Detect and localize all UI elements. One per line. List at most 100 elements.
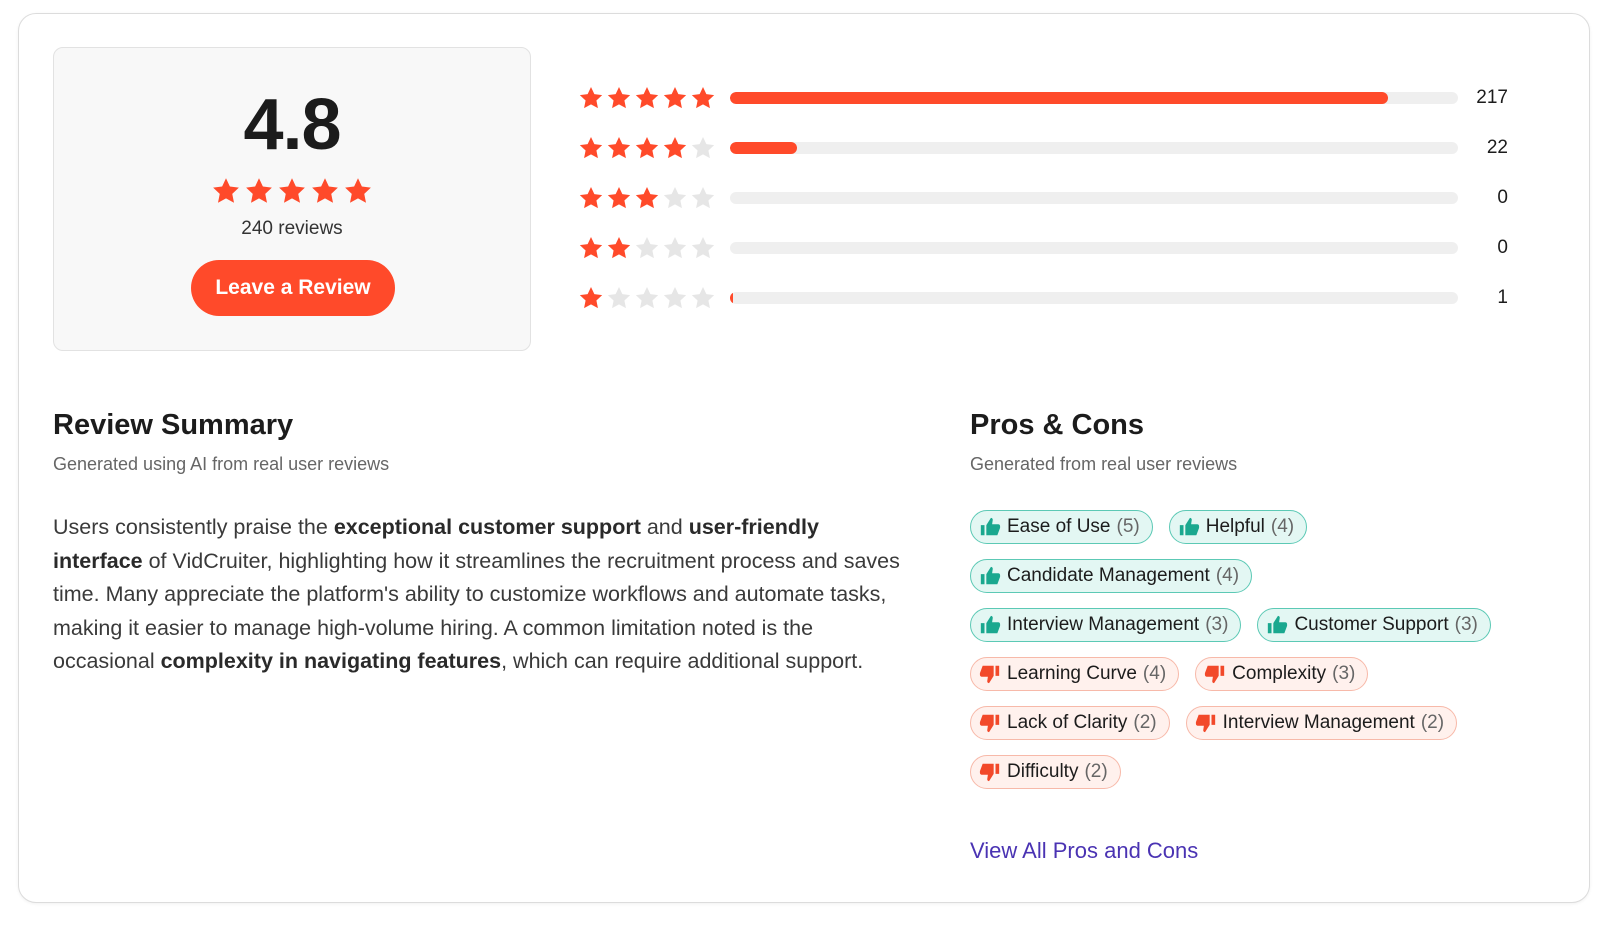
thumbs-up-icon bbox=[1178, 516, 1200, 538]
star-icon bbox=[634, 235, 660, 261]
tag-count: (3) bbox=[1454, 614, 1478, 635]
star-icon bbox=[578, 285, 604, 311]
distribution-bar-track bbox=[730, 92, 1458, 104]
thumbs-down-icon bbox=[979, 761, 1001, 783]
star-icon bbox=[690, 235, 716, 261]
star-icon bbox=[578, 135, 604, 161]
summary-fragment: Users consistently praise the bbox=[53, 515, 334, 539]
distribution-row-2-star[interactable]: 0 bbox=[578, 230, 1508, 266]
pros-cons-subtitle: Generated from real user reviews bbox=[970, 454, 1238, 474]
thumbs-down-icon bbox=[1195, 712, 1217, 734]
con-tag[interactable]: Complexity (3) bbox=[1195, 657, 1369, 691]
tag-label: Interview Management bbox=[1007, 614, 1200, 635]
distribution-stars bbox=[578, 135, 728, 161]
tag-row: Difficulty (2) bbox=[970, 755, 1121, 789]
distribution-bar-track bbox=[730, 142, 1458, 154]
tag-label: Complexity bbox=[1232, 663, 1327, 684]
leave-review-button[interactable]: Leave a Review bbox=[191, 260, 395, 316]
review-count: 240 reviews bbox=[241, 218, 343, 239]
pro-tag[interactable]: Helpful (4) bbox=[1168, 510, 1308, 544]
star-icon bbox=[211, 176, 241, 206]
con-tag[interactable]: Interview Management (2) bbox=[1185, 706, 1458, 740]
star-icon bbox=[606, 235, 632, 261]
star-icon bbox=[634, 285, 660, 311]
distribution-bar-fill bbox=[730, 292, 733, 304]
star-icon bbox=[662, 235, 688, 261]
pro-tag[interactable]: Ease of Use (5) bbox=[970, 510, 1153, 544]
thumbs-down-icon bbox=[979, 712, 1001, 734]
tag-row: Lack of Clarity (2) Interview Management (2… bbox=[970, 706, 1458, 740]
thumbs-down-icon bbox=[1204, 663, 1226, 685]
distribution-row-1-star[interactable]: 1 bbox=[578, 280, 1508, 316]
star-icon bbox=[310, 176, 340, 206]
tag-label: Customer Support bbox=[1294, 614, 1449, 635]
star-icon bbox=[277, 176, 307, 206]
tag-label: Lack of Clarity bbox=[1007, 712, 1128, 733]
tag-count: (3) bbox=[1205, 614, 1229, 635]
star-icon bbox=[343, 176, 373, 206]
tag-row: Learning Curve (4) Complexity (3) bbox=[970, 657, 1369, 691]
tag-label: Candidate Management bbox=[1007, 565, 1210, 586]
pro-tag[interactable]: Candidate Management (4) bbox=[970, 559, 1253, 593]
distribution-stars bbox=[578, 235, 728, 261]
star-icon bbox=[634, 185, 660, 211]
thumbs-up-icon bbox=[979, 516, 1001, 538]
review-summary-title: Review Summary bbox=[53, 409, 294, 441]
star-icon bbox=[690, 185, 716, 211]
thumbs-up-icon bbox=[979, 614, 1001, 636]
distribution-row-3-star[interactable]: 0 bbox=[578, 180, 1508, 216]
star-icon bbox=[662, 185, 688, 211]
distribution-count: 217 bbox=[1476, 87, 1508, 108]
con-tag[interactable]: Lack of Clarity (2) bbox=[970, 706, 1170, 740]
star-icon bbox=[634, 85, 660, 111]
tag-row: Candidate Management (4) bbox=[970, 559, 1253, 593]
thumbs-up-icon bbox=[979, 565, 1001, 587]
distribution-row-5-star[interactable]: 217 bbox=[578, 80, 1508, 116]
summary-fragment: , which can require additional support. bbox=[501, 649, 864, 673]
summary-highlight: complexity in navigating features bbox=[160, 649, 502, 673]
tag-count: (4) bbox=[1215, 565, 1240, 586]
thumbs-up-icon bbox=[1266, 614, 1288, 636]
tag-count: (4) bbox=[1270, 516, 1295, 537]
tag-row: Ease of Use (5) Helpful (4) bbox=[970, 510, 1308, 544]
review-summary-text: Users consistently praise the exceptiona… bbox=[53, 511, 913, 679]
con-tag[interactable]: Difficulty (2) bbox=[970, 755, 1121, 789]
distribution-bar-track bbox=[730, 292, 1458, 304]
distribution-bar-track bbox=[730, 242, 1458, 254]
pro-tag[interactable]: Interview Management (3) bbox=[970, 608, 1242, 642]
star-icon bbox=[606, 85, 632, 111]
tag-count: (4) bbox=[1142, 663, 1167, 684]
tag-count: (3) bbox=[1332, 663, 1356, 684]
distribution-bar-fill bbox=[730, 142, 797, 154]
view-all-pros-cons-link[interactable]: View All Pros and Cons bbox=[970, 838, 1198, 864]
star-icon bbox=[662, 285, 688, 311]
summary-highlight: exceptional customer support bbox=[333, 515, 641, 539]
overall-rating-value: 4.8 bbox=[243, 85, 341, 165]
star-icon bbox=[606, 185, 632, 211]
tag-count: (2) bbox=[1420, 712, 1445, 733]
distribution-row-4-star[interactable]: 22 bbox=[578, 130, 1508, 166]
distribution-stars bbox=[578, 85, 728, 111]
star-icon bbox=[690, 85, 716, 111]
star-icon bbox=[662, 135, 688, 161]
thumbs-down-icon bbox=[979, 663, 1001, 685]
distribution-count: 0 bbox=[1497, 187, 1508, 208]
con-tag[interactable]: Learning Curve (4) bbox=[970, 657, 1180, 691]
star-icon bbox=[634, 135, 660, 161]
star-icon bbox=[606, 285, 632, 311]
star-icon bbox=[578, 185, 604, 211]
tag-count: (2) bbox=[1084, 761, 1108, 782]
pro-tag[interactable]: Customer Support (3) bbox=[1257, 608, 1491, 642]
tag-label: Difficulty bbox=[1007, 761, 1079, 782]
star-icon bbox=[244, 176, 274, 206]
overall-stars bbox=[54, 176, 530, 206]
tag-label: Ease of Use bbox=[1007, 516, 1111, 537]
distribution-bar-track bbox=[730, 192, 1458, 204]
distribution-stars bbox=[578, 185, 728, 211]
distribution-count: 0 bbox=[1497, 237, 1508, 258]
overall-rating-panel: 4.8 240 reviews Leave a Review bbox=[53, 47, 531, 351]
distribution-count: 1 bbox=[1497, 287, 1508, 308]
star-icon bbox=[662, 85, 688, 111]
tag-count: (2) bbox=[1133, 712, 1157, 733]
tag-row: Interview Management (3) Customer Support(… bbox=[970, 608, 1491, 642]
